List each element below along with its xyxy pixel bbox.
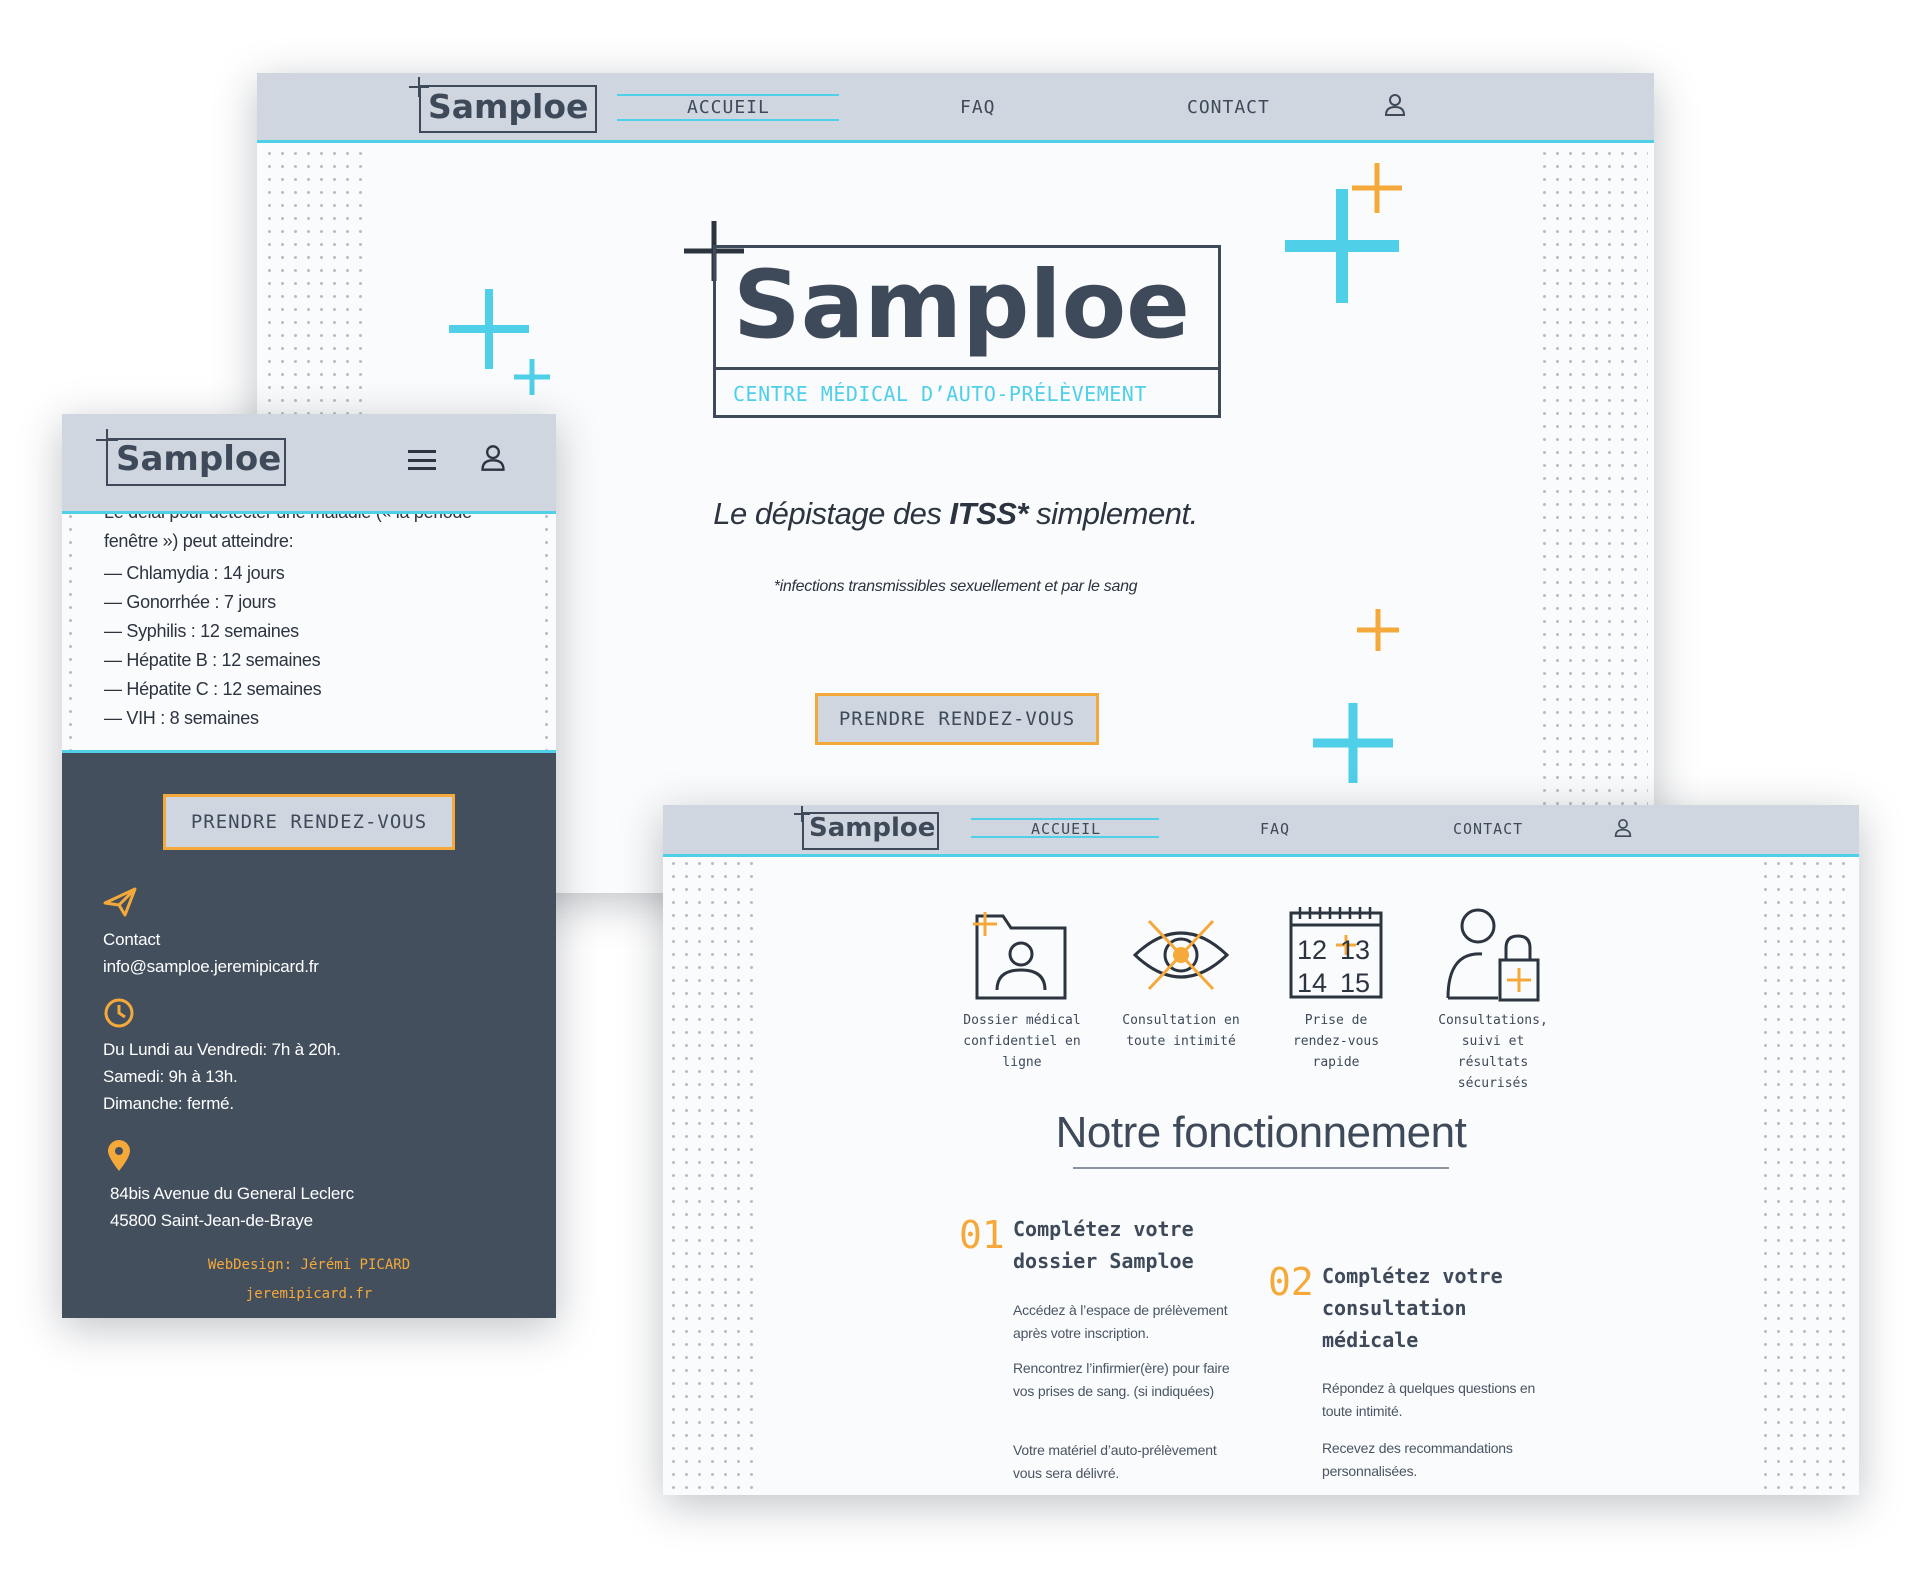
step-2-para-2: Recevez des recommandations personnalisé… xyxy=(1322,1440,1513,1479)
step-1-para-3: Votre matériel d’auto-prélèvement vous s… xyxy=(1013,1442,1217,1481)
section-title: Notre fonctionnement xyxy=(1055,1108,1467,1157)
list-item: — Chlamydia : 14 jours xyxy=(104,563,285,583)
calendar-day-14: 14 xyxy=(1297,968,1328,998)
user-lock-icon xyxy=(1446,908,1540,1002)
medical-file-icon xyxy=(973,912,1067,1000)
hours-saturday: Samedi: 9h à 13h. xyxy=(103,1067,238,1086)
step-1-para-1: Accédez à l’espace de prélèvement après … xyxy=(1013,1302,1228,1341)
step-1-para-2: Rencontrez l’infirmier(ère) pour faire v… xyxy=(1013,1360,1230,1399)
section-title-underline xyxy=(1073,1167,1449,1169)
decor-cyan-plus-large-3 xyxy=(1313,703,1393,783)
hamburger-menu-icon[interactable] xyxy=(408,450,436,470)
list-item: — VIH : 8 semaines xyxy=(104,708,259,728)
feature-label-2: Consultation en toute intimité xyxy=(1122,1013,1240,1049)
nav-home-link[interactable]: ACCUEIL xyxy=(687,97,770,118)
desktop-features-frame: Samploe ACCUEIL FAQ CONTACT 12 13 14 15 xyxy=(663,805,1859,1495)
clock-icon xyxy=(104,998,134,1028)
decor-cyan-plus-small xyxy=(514,359,550,395)
step-2-title-line1: Complétez votre xyxy=(1322,1264,1503,1288)
nav-faq-link[interactable]: FAQ xyxy=(960,97,996,118)
contact-email-link[interactable]: info@samploe.jeremipicard.fr xyxy=(103,953,319,981)
decor-orange-plus-1 xyxy=(1352,163,1402,213)
feature-label-1: Dossier médical confidentiel en ligne xyxy=(963,1013,1081,1070)
calendar-day-12: 12 xyxy=(1297,935,1328,965)
hero-logo: Samploe xyxy=(733,251,1190,360)
nav-contact-link-2[interactable]: CONTACT xyxy=(1453,820,1523,838)
decor-cyan-plus-large-1 xyxy=(449,289,529,369)
step-2-number: 02 xyxy=(1268,1260,1314,1304)
user-icon-2[interactable] xyxy=(1614,818,1632,838)
webdesign-credit: WebDesign: Jérémi PICARD xyxy=(207,1257,411,1273)
mobile-intro-line2: fenêtre ») peut atteindre: xyxy=(104,531,294,551)
top-navbar: Samploe ACCUEIL FAQ CONTACT xyxy=(257,73,1654,143)
top-navbar-2: Samploe ACCUEIL FAQ CONTACT xyxy=(663,805,1859,857)
hero-subtitle: CENTRE MÉDICAL D’AUTO-PRÉLÈVEMENT xyxy=(733,382,1147,406)
dot-pattern-right-2 xyxy=(1759,857,1855,1495)
mobile-logo[interactable]: Samploe xyxy=(116,439,281,479)
paper-plane-icon xyxy=(103,887,137,917)
nav-active-line-bottom xyxy=(617,119,839,121)
list-item: — Syphilis : 12 semaines xyxy=(104,621,299,641)
dot-pattern-left-2 xyxy=(667,857,757,1495)
step-1-number: 01 xyxy=(959,1213,1005,1257)
book-appointment-button[interactable]: PRENDRE RENDEZ-VOUS xyxy=(815,693,1099,745)
nav-contact-link[interactable]: CONTACT xyxy=(1187,97,1270,118)
tagline-pre: Le dépistage des xyxy=(713,496,950,531)
address-street: 84bis Avenue du General Leclerc xyxy=(110,1184,354,1203)
step-2-para-1: Répondez à quelques questions en toute i… xyxy=(1322,1380,1536,1419)
step-1-title-line1: Complétez votre xyxy=(1013,1217,1194,1241)
list-item: — Hépatite C : 12 semaines xyxy=(104,679,322,699)
hours-sunday: Dimanche: fermé. xyxy=(103,1094,234,1113)
address-city: 45800 Saint-Jean-de-Braye xyxy=(110,1211,313,1230)
nav-home-link-2[interactable]: ACCUEIL xyxy=(1031,820,1101,838)
location-pin-icon xyxy=(108,1140,130,1171)
feature-label-4: Consultations, suivi et résultats sécuri… xyxy=(1438,1013,1548,1091)
tagline-post: simplement. xyxy=(1027,496,1198,531)
step-1-title-line2: dossier Samploe xyxy=(1013,1249,1194,1273)
eye-privacy-icon xyxy=(1132,919,1230,991)
webdesign-credit-link[interactable]: jeremipicard.fr xyxy=(62,1286,556,1302)
contact-label: Contact xyxy=(103,930,161,949)
hours-weekdays: Du Lundi au Vendredi: 7h à 20h. xyxy=(103,1040,341,1059)
mobile-user-icon[interactable] xyxy=(480,444,506,472)
decor-orange-plus-2 xyxy=(1357,609,1399,651)
list-item: — Gonorrhée : 7 jours xyxy=(104,592,276,612)
window-period-list: — Chlamydia : 14 jours — Gonorrhée : 7 j… xyxy=(104,559,322,733)
mobile-frame: Le délai pour détecter une maladie (« la… xyxy=(62,414,556,1318)
user-icon[interactable] xyxy=(1384,93,1406,117)
nav-active-line-top xyxy=(617,94,839,96)
mobile-book-appointment-button[interactable]: PRENDRE RENDEZ-VOUS xyxy=(163,794,455,850)
feature-label-3: Prise de rendez-vous rapide xyxy=(1292,1013,1380,1070)
list-item: — Hépatite B : 12 semaines xyxy=(104,650,321,670)
nav-logo[interactable]: Samploe xyxy=(428,87,588,126)
nav-faq-link-2[interactable]: FAQ xyxy=(1260,820,1290,838)
calendar-day-15: 15 xyxy=(1340,968,1371,998)
step-2-title-line2: consultation xyxy=(1322,1296,1467,1320)
tagline-bold: ITSS* xyxy=(949,496,1029,531)
mobile-navbar: Samploe xyxy=(62,414,556,514)
step-2-title-line3: médicale xyxy=(1322,1328,1419,1352)
mobile-footer: PRENDRE RENDEZ-VOUS Contact info@samploe… xyxy=(62,750,556,1318)
nav-logo-2[interactable]: Samploe xyxy=(809,813,935,843)
calendar-day-13: 13 xyxy=(1340,935,1371,965)
